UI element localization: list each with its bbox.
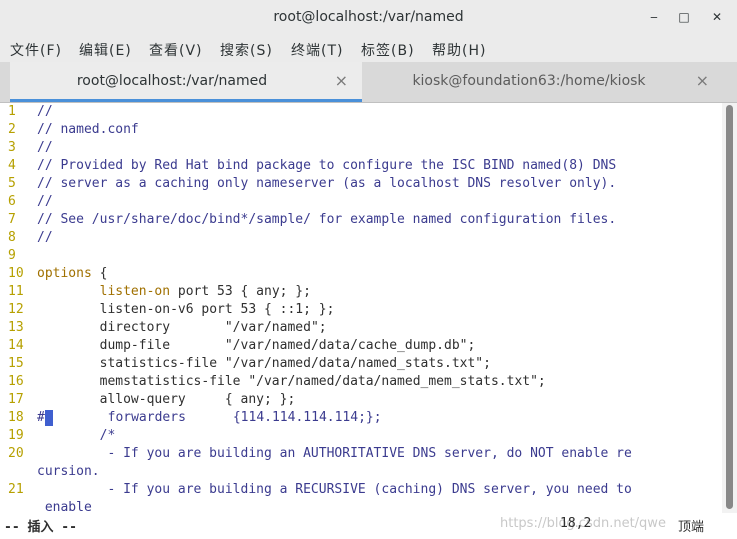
line-text: dump-file "/var/named/data/cache_dump.db… (99, 338, 476, 353)
menu-view[interactable]: 查看(V) (149, 40, 203, 60)
code-line: 5 // server as a caching only nameserver … (0, 175, 722, 193)
line-text: // (37, 104, 53, 119)
menu-edit[interactable]: 编辑(E) (79, 40, 132, 60)
code-line: enable (0, 499, 722, 513)
line-number: 10 (8, 266, 24, 281)
tab-bar: root@localhost:/var/named × kiosk@founda… (0, 62, 737, 103)
line-number: 9 (8, 248, 16, 263)
code-line: 10 options { (0, 265, 722, 283)
menu-file[interactable]: 文件(F) (10, 40, 62, 60)
line-text: listen-on port 53 { any; }; (99, 284, 311, 299)
code-line: 21 - If you are building a RECURSIVE (ca… (0, 481, 722, 499)
line-text: // See /usr/share/doc/bind*/sample/ for … (37, 212, 617, 227)
tab-root-localhost[interactable]: root@localhost:/var/named × (10, 62, 362, 102)
line-number: 14 (8, 338, 24, 353)
code-line: 14 dump-file "/var/named/data/cache_dump… (0, 337, 722, 355)
scroll-position: 顶端 (678, 520, 705, 535)
line-number: 21 (8, 482, 24, 497)
menu-tabs[interactable]: 标签(B) (361, 40, 415, 60)
line-number: 19 (8, 428, 24, 443)
menu-bar: 文件(F) 编辑(E) 查看(V) 搜索(S) 终端(T) 标签(B) 帮助(H… (0, 34, 737, 62)
code-line: 3 // (0, 139, 722, 157)
line-number: 16 (8, 374, 24, 389)
minimize-icon[interactable]: ‒ (646, 9, 662, 25)
code-line: 17 allow-query { any; }; (0, 391, 722, 409)
code-line: cursion. (0, 463, 722, 481)
line-number: 1 (8, 104, 16, 119)
code-line: 16 memstatistics-file "/var/named/data/n… (0, 373, 722, 391)
line-text: statistics-file "/var/named/data/named_s… (99, 356, 491, 371)
tab-kiosk-foundation[interactable]: kiosk@foundation63:/home/kiosk × (363, 62, 723, 102)
line-number: 12 (8, 302, 24, 317)
code-line: 9 (0, 247, 722, 265)
code-line: 1 // (0, 103, 722, 121)
line-number: 11 (8, 284, 24, 299)
line-text: // (37, 140, 53, 155)
line-number: 6 (8, 194, 16, 209)
line-number: 15 (8, 356, 24, 371)
code-line: 6 // (0, 193, 722, 211)
line-number: 7 (8, 212, 16, 227)
code-line: 19 /* (0, 427, 722, 445)
line-number: 17 (8, 392, 24, 407)
close-icon[interactable]: × (335, 71, 348, 90)
line-text: // server as a caching only nameserver (… (37, 176, 617, 191)
line-text: cursion. (37, 464, 100, 479)
close-icon[interactable]: ✕ (709, 9, 725, 25)
code-line: 4 // Provided by Red Hat bind package to … (0, 157, 722, 175)
line-text: /* (99, 428, 116, 443)
scrollbar-thumb[interactable] (726, 105, 733, 509)
close-icon[interactable]: × (696, 71, 709, 90)
maximize-icon[interactable]: □ (676, 9, 692, 25)
line-text: listen-on-v6 port 53 { ::1; }; (99, 302, 335, 317)
code-line: 13 directory "/var/named"; (0, 319, 722, 337)
menu-search[interactable]: 搜索(S) (220, 40, 273, 60)
line-text: // (37, 194, 53, 209)
text-cursor (44, 409, 53, 426)
tab-label: kiosk@foundation63:/home/kiosk (412, 73, 646, 89)
terminal-view[interactable]: 1 // 2 // named.conf 3 // 4 // Provided by Red … (0, 103, 722, 513)
tab-label: root@localhost:/var/named (76, 73, 268, 89)
line-number: 20 (8, 446, 24, 461)
code-line: 11 listen-on port 53 { any; }; (0, 283, 722, 301)
line-text: allow-query { any; }; (99, 392, 296, 407)
line-number: 3 (8, 140, 16, 155)
line-text: // Provided by Red Hat bind package to c… (37, 158, 617, 173)
line-number: 8 (8, 230, 16, 245)
line-text: - If you are building an AUTHORITATIVE D… (37, 446, 632, 461)
line-number: 13 (8, 320, 24, 335)
line-text: # forwarders {114.114.114.114;}; (37, 409, 382, 426)
line-text: memstatistics-file "/var/named/data/name… (99, 374, 546, 389)
line-number: 4 (8, 158, 16, 173)
line-number: 18 (8, 410, 24, 425)
window-title: root@localhost:/var/named (273, 9, 464, 25)
code-line: 20 - If you are building an AUTHORITATIV… (0, 445, 722, 463)
vim-status-line: -- 插入 -- https://blog.csdn.net/qwe 18,2 … (0, 513, 737, 539)
code-line: 2 // named.conf (0, 121, 722, 139)
code-line: 15 statistics-file "/var/named/data/name… (0, 355, 722, 373)
menu-terminal[interactable]: 终端(T) (291, 40, 343, 60)
line-text: // named.conf (37, 122, 139, 137)
code-line: 12 listen-on-v6 port 53 { ::1; }; (0, 301, 722, 319)
line-number: 2 (8, 122, 16, 137)
line-text: options { (37, 266, 108, 281)
code-line: 7 // See /usr/share/doc/bind*/sample/ for… (0, 211, 722, 229)
cursor-position: 18,2 (560, 516, 592, 531)
scrollbar[interactable] (722, 103, 737, 513)
code-line: 18 # forwarders {114.114.114.114;}; (0, 409, 722, 427)
vim-mode-indicator: -- 插入 -- (4, 520, 77, 535)
line-text: - If you are building a RECURSIVE (cachi… (37, 482, 632, 497)
code-line: 8 // (0, 229, 722, 247)
line-text: directory "/var/named"; (99, 320, 327, 335)
menu-help[interactable]: 帮助(H) (432, 40, 486, 60)
line-number: 5 (8, 176, 16, 191)
title-bar: root@localhost:/var/named ‒ □ ✕ (0, 0, 737, 34)
line-text: // (37, 230, 53, 245)
line-text: enable (37, 500, 92, 513)
